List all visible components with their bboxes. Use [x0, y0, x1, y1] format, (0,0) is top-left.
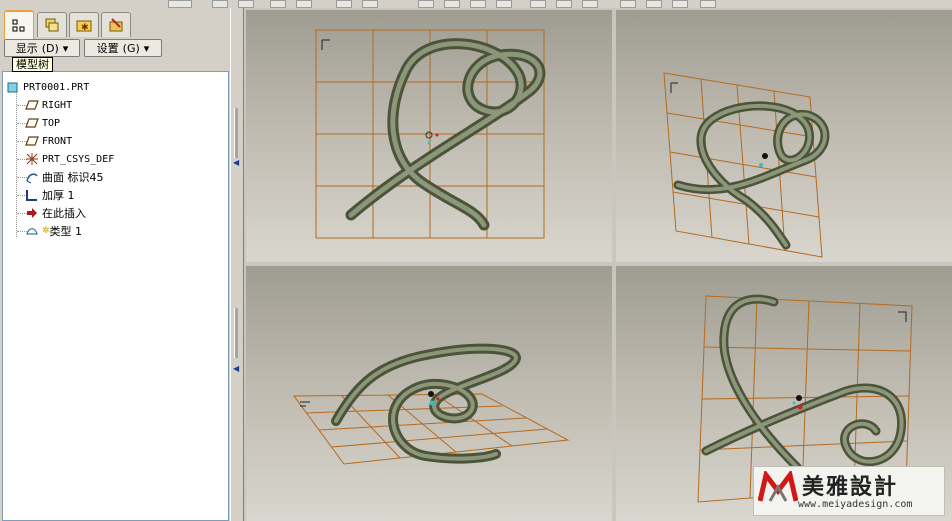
tree-item-label: PRT_CSYS_DEF	[42, 153, 115, 165]
favorites-tab-icon	[109, 18, 123, 32]
model-tree: PRT0001.PRT RIGHT TOP FRONT PRT_CSYS_DEF…	[2, 71, 229, 521]
iso-top-view-canvas	[663, 72, 830, 258]
view-toggle-button[interactable]	[168, 0, 192, 8]
layers-tab-icon	[45, 18, 59, 32]
tree-connector	[16, 91, 17, 237]
toolbar-button[interactable]	[620, 0, 636, 8]
toolbar-button[interactable]	[646, 0, 662, 8]
toolbar-button[interactable]	[672, 0, 688, 8]
plane-tag-icon	[898, 311, 907, 322]
splitter-grip[interactable]	[234, 308, 238, 358]
watermark-text: 美雅設計	[802, 474, 899, 500]
iso-bottom-view-canvas	[293, 343, 570, 465]
tooltip: 模型树	[12, 57, 53, 72]
datum-plane-icon	[25, 98, 39, 112]
toolbar-button[interactable]	[238, 0, 254, 8]
part-icon	[6, 80, 20, 94]
front-view-canvas	[315, 29, 546, 239]
show-key: (D)	[41, 41, 59, 55]
chevron-down-icon: ▾	[62, 41, 69, 55]
collapse-arrow-icon[interactable]: ◀	[233, 158, 239, 167]
tab-folder-browser[interactable]: ✱	[69, 12, 99, 37]
show-menu-button[interactable]: 显示 (D) ▾	[4, 39, 80, 57]
tree-item-insert-here[interactable]: 在此插入	[25, 205, 86, 221]
tree-item-front[interactable]: FRONT	[25, 133, 72, 149]
viewport-iso-bottom[interactable]	[246, 266, 612, 521]
panel-splitter[interactable]: ◀ ◀	[230, 8, 244, 521]
thicken-icon	[25, 188, 39, 202]
show-label: 显示	[15, 42, 38, 55]
toolbar-button[interactable]	[336, 0, 352, 8]
graphics-window[interactable]	[244, 8, 952, 521]
toolbar-button[interactable]	[212, 0, 228, 8]
tree-item-label: 类型 1	[49, 225, 83, 238]
settings-label: 设置	[96, 42, 119, 55]
tree-root-item[interactable]: PRT0001.PRT	[6, 79, 89, 95]
toolbar-button[interactable]	[362, 0, 378, 8]
tree-item-label: 曲面 标识45	[42, 171, 104, 184]
tree-item-thicken[interactable]: 加厚 1	[25, 187, 75, 203]
toolbar-button[interactable]	[270, 0, 286, 8]
surface-icon	[25, 170, 39, 184]
tree-item-label: RIGHT	[42, 99, 73, 111]
datum-plane-icon	[25, 116, 39, 130]
datum-plane-icon	[25, 134, 39, 148]
tree-item-right[interactable]: RIGHT	[25, 97, 72, 113]
toolbar-button[interactable]	[444, 0, 460, 8]
viewport-front[interactable]	[246, 10, 612, 262]
toolbar-button[interactable]	[582, 0, 598, 8]
toolbar-button[interactable]	[296, 0, 312, 8]
viewport-iso-top[interactable]	[616, 10, 952, 262]
type-asterisk-icon: ✲	[42, 226, 50, 236]
watermark-logo: 美雅設計 www.meiyadesign.com	[753, 466, 945, 516]
navigator-panel: ✱ 显示 (D) ▾ 设置 (G) ▾ 模型树 PRT0001.PRT RIGHT TO…	[0, 8, 230, 521]
insert-here-arrow-icon	[25, 206, 39, 220]
plane-tag-icon	[321, 39, 330, 50]
toolbar-button[interactable]	[418, 0, 434, 8]
splitter-grip[interactable]	[234, 108, 238, 158]
tree-item-top[interactable]: TOP	[25, 115, 60, 131]
collapse-arrow-icon[interactable]: ◀	[233, 364, 239, 373]
folder-browser-tab-icon: ✱	[76, 20, 92, 33]
tree-item-surface[interactable]: 曲面 标识45	[25, 169, 104, 185]
csys-marker	[759, 153, 768, 167]
tree-item-csys[interactable]: PRT_CSYS_DEF	[25, 151, 114, 167]
tree-root-label: PRT0001.PRT	[23, 81, 90, 93]
tab-model-tree[interactable]	[4, 10, 34, 39]
tree-item-label: TOP	[42, 117, 61, 129]
tree-item-type[interactable]: ✲ 类型 1	[25, 223, 82, 239]
tab-favorites[interactable]	[101, 12, 131, 37]
csys-icon	[25, 152, 39, 166]
settings-key: (G)	[122, 41, 140, 55]
toolbar-button[interactable]	[530, 0, 546, 8]
chevron-down-icon: ▾	[143, 41, 150, 55]
toolbar-button[interactable]	[700, 0, 716, 8]
plane-tag-icon	[670, 82, 678, 93]
watermark-url: www.meiyadesign.com	[798, 499, 913, 510]
navigator-tabs: ✱	[2, 10, 228, 39]
toolbar-button[interactable]	[470, 0, 486, 8]
model-tree-tab-icon	[12, 19, 25, 31]
tree-item-label: 在此插入	[42, 207, 86, 220]
tree-item-label: 加厚 1	[42, 189, 75, 202]
toolbar-button[interactable]	[496, 0, 512, 8]
toolbar-button[interactable]	[556, 0, 572, 8]
tree-item-label: FRONT	[42, 135, 73, 147]
settings-menu-button[interactable]: 设置 (G) ▾	[84, 39, 162, 57]
swept-tube	[331, 343, 522, 464]
meiya-logo-icon	[758, 471, 798, 502]
svg-text:✱: ✱	[81, 23, 89, 33]
type-feature-icon	[25, 224, 39, 238]
tab-layers[interactable]	[37, 12, 67, 37]
